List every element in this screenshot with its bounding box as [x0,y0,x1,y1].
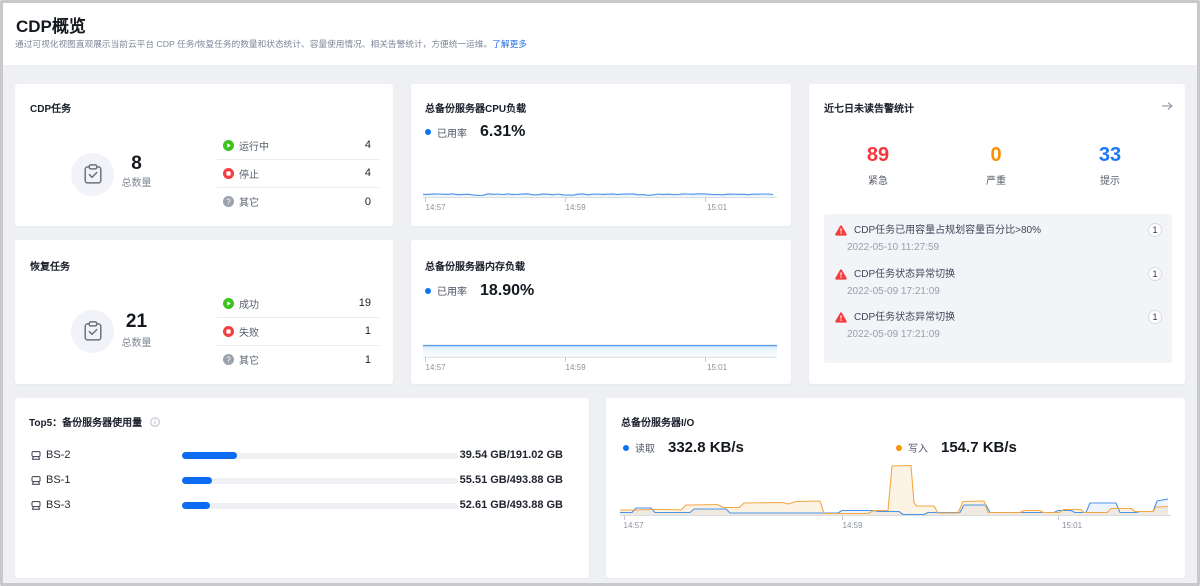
svg-text:?: ? [226,355,231,364]
svg-text:?: ? [226,197,231,206]
